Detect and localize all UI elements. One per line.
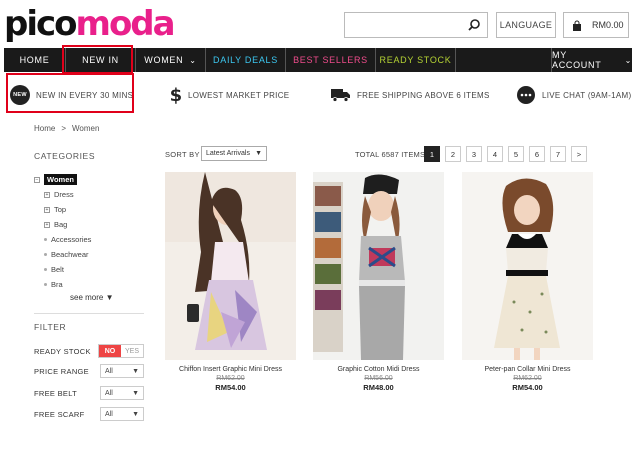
expand-icon[interactable]: + (44, 221, 50, 228)
toggle-no[interactable]: NO (99, 345, 121, 357)
category-beachwear[interactable]: Beachwear (34, 247, 144, 262)
nav-women[interactable]: WOMEN ⌄ (136, 48, 206, 72)
product-image[interactable] (165, 172, 296, 360)
dollar-icon: $ (170, 85, 182, 105)
next-page-button[interactable]: > (571, 146, 587, 162)
highlight-box-new-in (62, 45, 133, 74)
usp-free-shipping: FREE SHIPPING ABOVE 6 ITEMS (331, 80, 490, 110)
search-input[interactable] (345, 13, 463, 37)
chat-icon (517, 86, 535, 104)
nav-home[interactable]: HOME (4, 48, 66, 72)
usp-lowest-price: $ LOWEST MARKET PRICE (170, 85, 290, 105)
category-bra[interactable]: Bra (34, 277, 144, 292)
category-top[interactable]: + Top (34, 202, 144, 217)
page-6[interactable]: 6 (529, 146, 545, 162)
chevron-down-icon: ⌄ (189, 55, 197, 65)
nav-my-account[interactable]: MY ACCOUNT ⌄ (552, 48, 632, 72)
price-range-select[interactable]: All ▼ (100, 364, 144, 378)
product-card[interactable]: Peter-pan Collar Mini Dress RM62.00 RM54… (462, 172, 593, 392)
svg-text:$: $ (170, 85, 182, 105)
filter-price-range: PRICE RANGE All ▼ (34, 363, 144, 379)
search-icon[interactable] (467, 18, 481, 32)
breadcrumb-home[interactable]: Home (34, 124, 55, 133)
product-old-price: RM56.00 (364, 375, 393, 382)
product-card[interactable]: Graphic Cotton Midi Dress RM56.00 RM48.0… (313, 172, 444, 392)
shopping-bag-icon (573, 20, 581, 31)
total-items: TOTAL 6587 ITEMS (355, 150, 426, 159)
dropdown-arrow-icon: ▼ (132, 389, 139, 397)
filter-free-scarf: FREE SCARF All ▼ (34, 406, 144, 422)
product-image[interactable] (462, 172, 593, 360)
category-list: − Women + Dress + Top + Bag Accessories … (34, 172, 144, 292)
product-price: RM48.00 (363, 383, 394, 392)
product-price: RM54.00 (512, 383, 543, 392)
categories-title: CATEGORIES (34, 151, 96, 161)
product-old-price: RM62.00 (513, 375, 542, 382)
usp-live-chat[interactable]: LIVE CHAT (9AM-1AM) (516, 80, 631, 110)
bullet-icon (44, 283, 47, 286)
category-bag[interactable]: + Bag (34, 217, 144, 232)
ready-stock-toggle[interactable]: NO YES (98, 344, 144, 358)
bullet-icon (44, 253, 47, 256)
page-5[interactable]: 5 (508, 146, 524, 162)
free-scarf-select[interactable]: All ▼ (100, 407, 144, 421)
filter-title: FILTER (34, 322, 67, 332)
brand-logo[interactable]: picomoda (4, 2, 176, 46)
logo-part-moda: moda (75, 4, 176, 44)
category-dress[interactable]: + Dress (34, 187, 144, 202)
sort-select[interactable]: Latest Arrivals ▼ (201, 146, 267, 161)
product-image[interactable] (313, 172, 444, 360)
breadcrumb: Home > Women (34, 124, 99, 133)
bullet-icon (44, 238, 47, 241)
logo-part-pico: pico (4, 4, 78, 44)
cart-button[interactable]: RM0.00 (563, 12, 629, 38)
filter-ready-stock: READY STOCK NO YES (34, 343, 144, 359)
breadcrumb-current: Women (72, 124, 100, 133)
product-price: RM54.00 (215, 383, 246, 392)
chevron-down-icon: ⌄ (624, 55, 632, 65)
pagination: 1 2 3 4 5 6 7 > (424, 146, 587, 162)
product-name[interactable]: Graphic Cotton Midi Dress (313, 366, 444, 373)
nav-best-sellers[interactable]: BEST SELLERS (286, 48, 376, 72)
bullet-icon (44, 268, 47, 271)
collapse-icon[interactable]: − (34, 176, 40, 183)
dropdown-arrow-icon: ▼ (132, 410, 139, 418)
nav-ready-stock[interactable]: READY STOCK (376, 48, 456, 72)
cart-total: RM0.00 (592, 20, 624, 30)
expand-icon[interactable]: + (44, 191, 50, 198)
breadcrumb-separator: > (61, 124, 67, 133)
nav-daily-deals[interactable]: DAILY DEALS (206, 48, 286, 72)
category-women[interactable]: − Women (34, 172, 144, 187)
product-card[interactable]: Chiffon Insert Graphic Mini Dress RM62.0… (165, 172, 296, 392)
dropdown-arrow-icon: ▼ (132, 367, 139, 375)
page-3[interactable]: 3 (466, 146, 482, 162)
product-old-price: RM62.00 (216, 375, 245, 382)
page-4[interactable]: 4 (487, 146, 503, 162)
truck-icon (331, 89, 350, 102)
nav-spacer (456, 48, 552, 72)
expand-icon[interactable]: + (44, 206, 50, 213)
toggle-yes[interactable]: YES (121, 345, 143, 357)
product-name[interactable]: Peter-pan Collar Mini Dress (462, 366, 593, 373)
search-box[interactable] (344, 12, 488, 38)
language-button[interactable]: LANGUAGE (496, 12, 556, 38)
free-belt-select[interactable]: All ▼ (100, 386, 144, 400)
page-2[interactable]: 2 (445, 146, 461, 162)
category-accessories[interactable]: Accessories (34, 232, 144, 247)
highlight-box-new-in-usp (6, 73, 134, 113)
sidebar-divider (34, 313, 144, 314)
see-more-link[interactable]: see more ▼ (70, 293, 114, 302)
dropdown-arrow-icon: ▼ (255, 150, 262, 157)
page-7[interactable]: 7 (550, 146, 566, 162)
sort-label: SORT BY (165, 150, 200, 159)
filter-free-belt: FREE BELT All ▼ (34, 385, 144, 401)
category-belt[interactable]: Belt (34, 262, 144, 277)
page-1[interactable]: 1 (424, 146, 440, 162)
product-name[interactable]: Chiffon Insert Graphic Mini Dress (165, 366, 296, 373)
